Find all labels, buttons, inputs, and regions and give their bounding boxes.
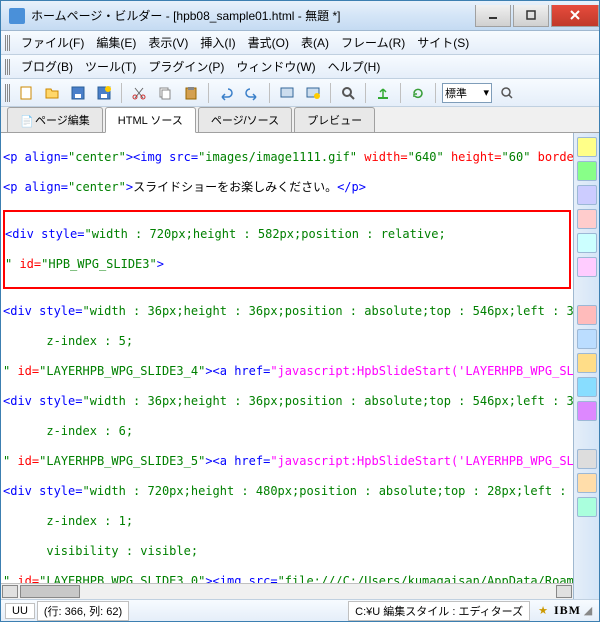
main-area: <p align="center"><img src="images/image…	[1, 133, 599, 599]
ibm-logo: IBM	[554, 603, 581, 618]
menu-help[interactable]: ヘルプ(H)	[322, 55, 387, 78]
side-btn-4[interactable]	[577, 209, 597, 229]
new-file-icon[interactable]	[15, 82, 37, 104]
view-tabs: 📄ページ編集 HTML ソース ページ/ソース プレビュー	[1, 107, 599, 133]
side-btn-6[interactable]	[577, 257, 597, 277]
side-btn-9[interactable]	[577, 353, 597, 373]
minimize-button[interactable]	[475, 5, 511, 27]
menu-table[interactable]: 表(A)	[295, 31, 335, 54]
cut-icon[interactable]	[128, 82, 150, 104]
toolbar-separator	[365, 83, 366, 103]
titlebar[interactable]: ホームページ・ビルダー - [hpb08_sample01.html - 無題 …	[1, 1, 599, 31]
horizontal-scrollbar[interactable]	[1, 583, 573, 599]
zoom-value: 標準	[445, 85, 467, 101]
menubar-row-1: ファイル(F) 編集(E) 表示(V) 挿入(I) 書式(O) 表(A) フレー…	[1, 31, 599, 55]
zoom-icon[interactable]	[496, 82, 518, 104]
menu-format[interactable]: 書式(O)	[242, 31, 295, 54]
side-btn-12[interactable]	[577, 449, 597, 469]
side-btn-14[interactable]	[577, 497, 597, 517]
tab-label: ページ/ソース	[211, 115, 279, 127]
copy-icon[interactable]	[154, 82, 176, 104]
scroll-left-arrow[interactable]	[2, 585, 18, 598]
tab-preview[interactable]: プレビュー	[294, 107, 375, 132]
status-mode: UU	[5, 603, 35, 619]
html-source-editor[interactable]: <p align="center"><img src="images/image…	[1, 133, 573, 583]
app-icon	[9, 8, 25, 24]
close-button[interactable]	[551, 5, 599, 27]
preview2-icon[interactable]	[302, 82, 324, 104]
toolbar-separator	[269, 83, 270, 103]
side-btn-13[interactable]	[577, 473, 597, 493]
menu-file[interactable]: ファイル(F)	[15, 31, 90, 54]
side-btn-1[interactable]	[577, 137, 597, 157]
menu-tool[interactable]: ツール(T)	[79, 55, 142, 78]
menubar-grip[interactable]	[5, 59, 11, 75]
status-cursor: (行: 366, 列: 62)	[37, 601, 129, 621]
menu-frame[interactable]: フレーム(R)	[335, 31, 411, 54]
side-btn-3[interactable]	[577, 185, 597, 205]
star-icon: ★	[538, 604, 548, 617]
window-title: ホームページ・ビルダー - [hpb08_sample01.html - 無題 …	[31, 7, 475, 24]
highlighted-code-block: <div style="width : 720px;height : 582px…	[3, 210, 571, 289]
side-palette	[573, 133, 599, 599]
side-btn-10[interactable]	[577, 377, 597, 397]
reload-icon[interactable]	[407, 82, 429, 104]
tab-page-source[interactable]: ページ/ソース	[198, 107, 292, 132]
status-edit-style: C:¥U 編集スタイル : エディターズ	[348, 601, 530, 621]
toolbar-separator	[208, 83, 209, 103]
tab-label: プレビュー	[307, 115, 362, 127]
menu-insert[interactable]: 挿入(I)	[194, 31, 241, 54]
preview-icon[interactable]	[276, 82, 298, 104]
side-btn-8[interactable]	[577, 329, 597, 349]
menu-view[interactable]: 表示(V)	[142, 31, 194, 54]
side-btn-7[interactable]	[577, 305, 597, 325]
menubar-row-2: ブログ(B) ツール(T) プラグイン(P) ウィンドウ(W) ヘルプ(H)	[1, 55, 599, 79]
toolbar-separator	[400, 83, 401, 103]
zoom-dropdown[interactable]: 標準▾	[442, 83, 492, 103]
menu-blog[interactable]: ブログ(B)	[15, 55, 79, 78]
paste-icon[interactable]	[180, 82, 202, 104]
app-window: ホームページ・ビルダー - [hpb08_sample01.html - 無題 …	[0, 0, 600, 622]
toolbar-grip[interactable]	[5, 84, 11, 102]
redo-icon[interactable]	[241, 82, 263, 104]
page-edit-icon: 📄	[20, 115, 32, 127]
open-folder-icon[interactable]	[41, 82, 63, 104]
menu-window[interactable]: ウィンドウ(W)	[230, 55, 321, 78]
side-btn-11[interactable]	[577, 401, 597, 421]
tab-html-source[interactable]: HTML ソース	[105, 107, 196, 133]
menu-site[interactable]: サイト(S)	[411, 31, 475, 54]
toolbar-separator	[435, 83, 436, 103]
scroll-right-arrow[interactable]	[556, 585, 572, 598]
toolbar-separator	[330, 83, 331, 103]
side-btn-5[interactable]	[577, 233, 597, 253]
maximize-button[interactable]	[513, 5, 549, 27]
upload-icon[interactable]	[372, 82, 394, 104]
menubar-grip[interactable]	[5, 35, 11, 51]
toolbar: 標準▾	[1, 79, 599, 107]
menu-edit[interactable]: 編集(E)	[90, 31, 142, 54]
save-as-icon[interactable]	[93, 82, 115, 104]
tab-page-edit[interactable]: 📄ページ編集	[7, 107, 103, 132]
undo-icon[interactable]	[215, 82, 237, 104]
toolbar-separator	[121, 83, 122, 103]
statusbar: UU (行: 366, 列: 62) C:¥U 編集スタイル : エディターズ …	[1, 599, 599, 621]
resize-grip-icon[interactable]: ◢	[581, 604, 595, 617]
window-controls	[475, 5, 599, 27]
side-btn-2[interactable]	[577, 161, 597, 181]
search-icon[interactable]	[337, 82, 359, 104]
tab-label: ページ編集	[35, 115, 90, 127]
tab-label: HTML ソース	[118, 115, 183, 127]
scroll-thumb[interactable]	[20, 585, 80, 598]
menu-plugin[interactable]: プラグイン(P)	[142, 55, 230, 78]
save-icon[interactable]	[67, 82, 89, 104]
